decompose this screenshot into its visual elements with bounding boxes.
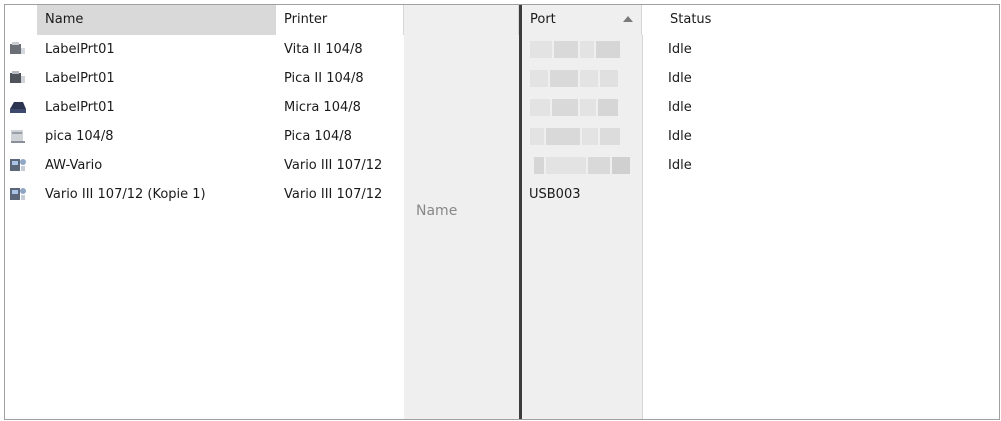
port-redacted <box>530 70 618 87</box>
printer-icon <box>10 42 25 54</box>
row-name: pica 104/8 <box>45 129 114 144</box>
sort-ascending-icon <box>623 16 633 22</box>
printer-icon <box>10 71 25 83</box>
table-row[interactable]: Vario III 107/12 (Kopie 1) Vario III 107… <box>5 180 999 209</box>
row-printer: Pica II 104/8 <box>284 71 364 86</box>
network-printer-icon <box>10 159 26 171</box>
row-printer: Vita II 104/8 <box>284 42 363 57</box>
row-status: Idle <box>668 42 692 57</box>
table-row[interactable]: AW-Vario Vario III 107/12 Idle <box>5 151 999 180</box>
row-name: AW-Vario <box>45 158 103 173</box>
row-status: Idle <box>668 129 692 144</box>
port-redacted <box>530 41 620 58</box>
printer-icon <box>10 102 26 113</box>
row-printer: Vario III 107/12 <box>284 158 383 173</box>
header-port-label: Port <box>530 12 556 27</box>
row-printer: Pica 104/8 <box>284 129 352 144</box>
header-dragged-column[interactable] <box>404 5 519 35</box>
printer-list-view[interactable]: Name Printer Port Status LabelPrt01 Vita… <box>4 4 1000 420</box>
port-redacted <box>530 128 620 145</box>
row-name: LabelPrt01 <box>45 42 115 57</box>
header-status[interactable]: Status <box>642 5 999 35</box>
row-status: Idle <box>668 100 692 115</box>
header-name-label: Name <box>45 12 84 27</box>
header-port[interactable]: Port <box>522 5 642 35</box>
table-row[interactable]: LabelPrt01 Micra 104/8 Idle <box>5 93 999 122</box>
header-status-label: Status <box>670 12 712 27</box>
dragged-column-label: Name <box>416 203 458 219</box>
row-printer: Vario III 107/12 <box>284 187 383 202</box>
row-status: Idle <box>668 158 692 173</box>
header-name[interactable]: Name <box>37 5 276 35</box>
row-name: LabelPrt01 <box>45 71 115 86</box>
row-printer: Micra 104/8 <box>284 100 361 115</box>
port-redacted <box>534 157 630 174</box>
network-printer-icon <box>10 188 26 200</box>
table-row[interactable]: LabelPrt01 Vita II 104/8 Idle <box>5 35 999 64</box>
row-status: Idle <box>668 71 692 86</box>
header-printer[interactable]: Printer <box>276 5 404 35</box>
header-icon-spacer <box>5 5 37 35</box>
printer-icon <box>11 130 25 143</box>
port-redacted <box>530 99 618 116</box>
row-name: LabelPrt01 <box>45 100 115 115</box>
row-port: USB003 <box>529 187 581 202</box>
column-drop-indicator[interactable] <box>519 5 522 419</box>
row-name: Vario III 107/12 (Kopie 1) <box>45 187 206 202</box>
table-row[interactable]: LabelPrt01 Pica II 104/8 Idle <box>5 64 999 93</box>
table-row[interactable]: pica 104/8 Pica 104/8 Idle <box>5 122 999 151</box>
header-printer-label: Printer <box>284 12 328 27</box>
